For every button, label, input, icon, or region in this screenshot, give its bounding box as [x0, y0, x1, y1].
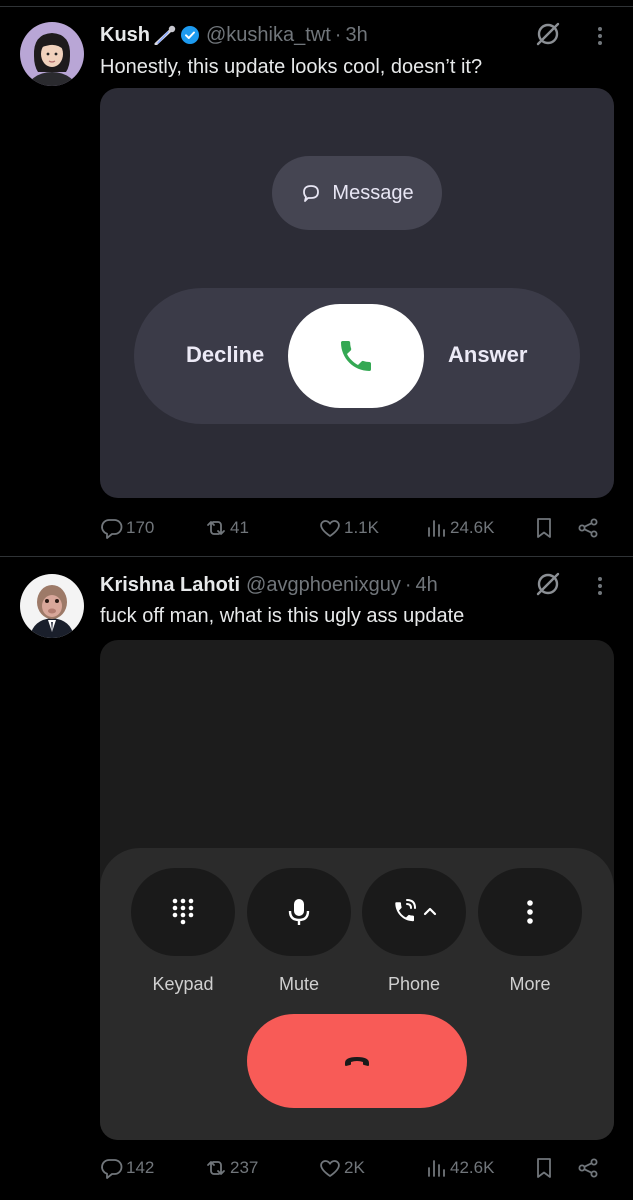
more-options-icon[interactable] [588, 22, 612, 50]
more-options-icon[interactable] [588, 572, 612, 600]
more-label: More [509, 974, 551, 994]
call-swipe-track: Decline Answer [134, 288, 580, 424]
timestamp[interactable]: 4h [416, 574, 438, 597]
phone-label: Phone [387, 974, 441, 994]
avatar[interactable] [20, 22, 84, 86]
message-bubble-icon [303, 185, 320, 202]
mute-label: Mute [278, 974, 320, 994]
avatar[interactable] [20, 574, 84, 638]
tweet-header: Krishna Lahoti @avgphoenixguy · 4h [100, 572, 438, 598]
views-count: 24.6K [450, 518, 495, 537]
separator-dot: · [334, 23, 342, 46]
bookmark-icon [537, 518, 551, 538]
views-button[interactable]: 42.6K [424, 1153, 494, 1183]
author-handle[interactable]: @avgphoenixguy [246, 574, 401, 597]
heart-icon [320, 520, 340, 537]
more-control: More [478, 868, 582, 995]
hang-up-icon [345, 1057, 369, 1066]
tweet[interactable]: Kush @kushika_twt · 3h Honestly, this up… [0, 0, 633, 556]
mute-control: Mute [247, 868, 351, 995]
retweet-button[interactable]: 237 [204, 1153, 258, 1183]
views-count: 42.6K [450, 1158, 495, 1177]
share-icon [578, 518, 598, 538]
phone-audio-control: Phone [362, 868, 466, 995]
bookmark-button[interactable] [532, 1153, 556, 1183]
more-vertical-icon [527, 900, 533, 924]
keypad-label: Keypad [152, 974, 214, 994]
end-call-button [247, 1014, 467, 1108]
like-button[interactable]: 1.1K [318, 513, 379, 543]
message-label: Message [332, 181, 414, 204]
tweet-media-image[interactable]: Keypad Mute Phone More [100, 640, 614, 1140]
share-button[interactable] [576, 513, 600, 543]
call-controls-panel: Keypad Mute Phone More [100, 848, 614, 1140]
share-button[interactable] [576, 1153, 600, 1183]
like-count: 2K [344, 1158, 365, 1177]
reply-count: 170 [126, 518, 155, 537]
reply-count: 142 [126, 1158, 155, 1177]
reply-button[interactable]: 142 [100, 1153, 154, 1183]
decline-label: Decline [186, 342, 265, 367]
views-button[interactable]: 24.6K [424, 513, 494, 543]
retweet-icon [207, 1161, 225, 1175]
tweet-actions: 170 41 1.1K 24.6K [100, 513, 614, 543]
comet-emoji-icon [154, 25, 176, 46]
answer-knob [288, 304, 424, 408]
retweet-button[interactable]: 41 [204, 513, 249, 543]
bookmark-button[interactable] [532, 513, 556, 543]
share-icon [578, 1158, 598, 1178]
reply-icon [101, 1159, 123, 1179]
like-count: 1.1K [344, 518, 379, 537]
author-handle[interactable]: @kushika_twt [206, 24, 331, 47]
author-name[interactable]: Kush [100, 24, 150, 47]
tweet-media-image[interactable]: Message Decline Answer [100, 88, 614, 498]
verified-badge-icon [180, 25, 200, 45]
grok-icon[interactable] [534, 20, 562, 48]
tweet-actions: 142 237 2K 42.6K [100, 1153, 614, 1183]
tweet[interactable]: Krishna Lahoti @avgphoenixguy · 4h fuck … [0, 556, 633, 1200]
like-button[interactable]: 2K [318, 1153, 365, 1183]
grok-icon[interactable] [534, 570, 562, 598]
phone-icon [341, 341, 371, 371]
retweet-count: 237 [230, 1158, 259, 1177]
message-button: Message [272, 156, 442, 230]
microphone-icon [288, 899, 310, 925]
timestamp[interactable]: 3h [345, 24, 367, 47]
reply-button[interactable]: 170 [100, 513, 154, 543]
tweet-header: Kush @kushika_twt · 3h [100, 22, 368, 48]
views-bar-chart-icon [428, 520, 445, 537]
answer-label: Answer [448, 342, 528, 367]
reply-icon [101, 519, 123, 539]
keypad-control: Keypad [131, 868, 235, 995]
retweet-count: 41 [230, 518, 249, 537]
views-bar-chart-icon [428, 1160, 445, 1177]
keypad-icon [172, 898, 194, 925]
tweet-text: fuck off man, what is this ugly ass upda… [100, 605, 465, 627]
retweet-icon [207, 521, 225, 535]
phone-audio-icon [395, 899, 437, 922]
tweet-text: Honestly, this update looks cool, doesn’… [100, 56, 483, 78]
bookmark-icon [537, 1158, 551, 1178]
heart-icon [320, 1160, 340, 1177]
separator-dot: · [404, 573, 412, 596]
author-name[interactable]: Krishna Lahoti [100, 574, 240, 597]
